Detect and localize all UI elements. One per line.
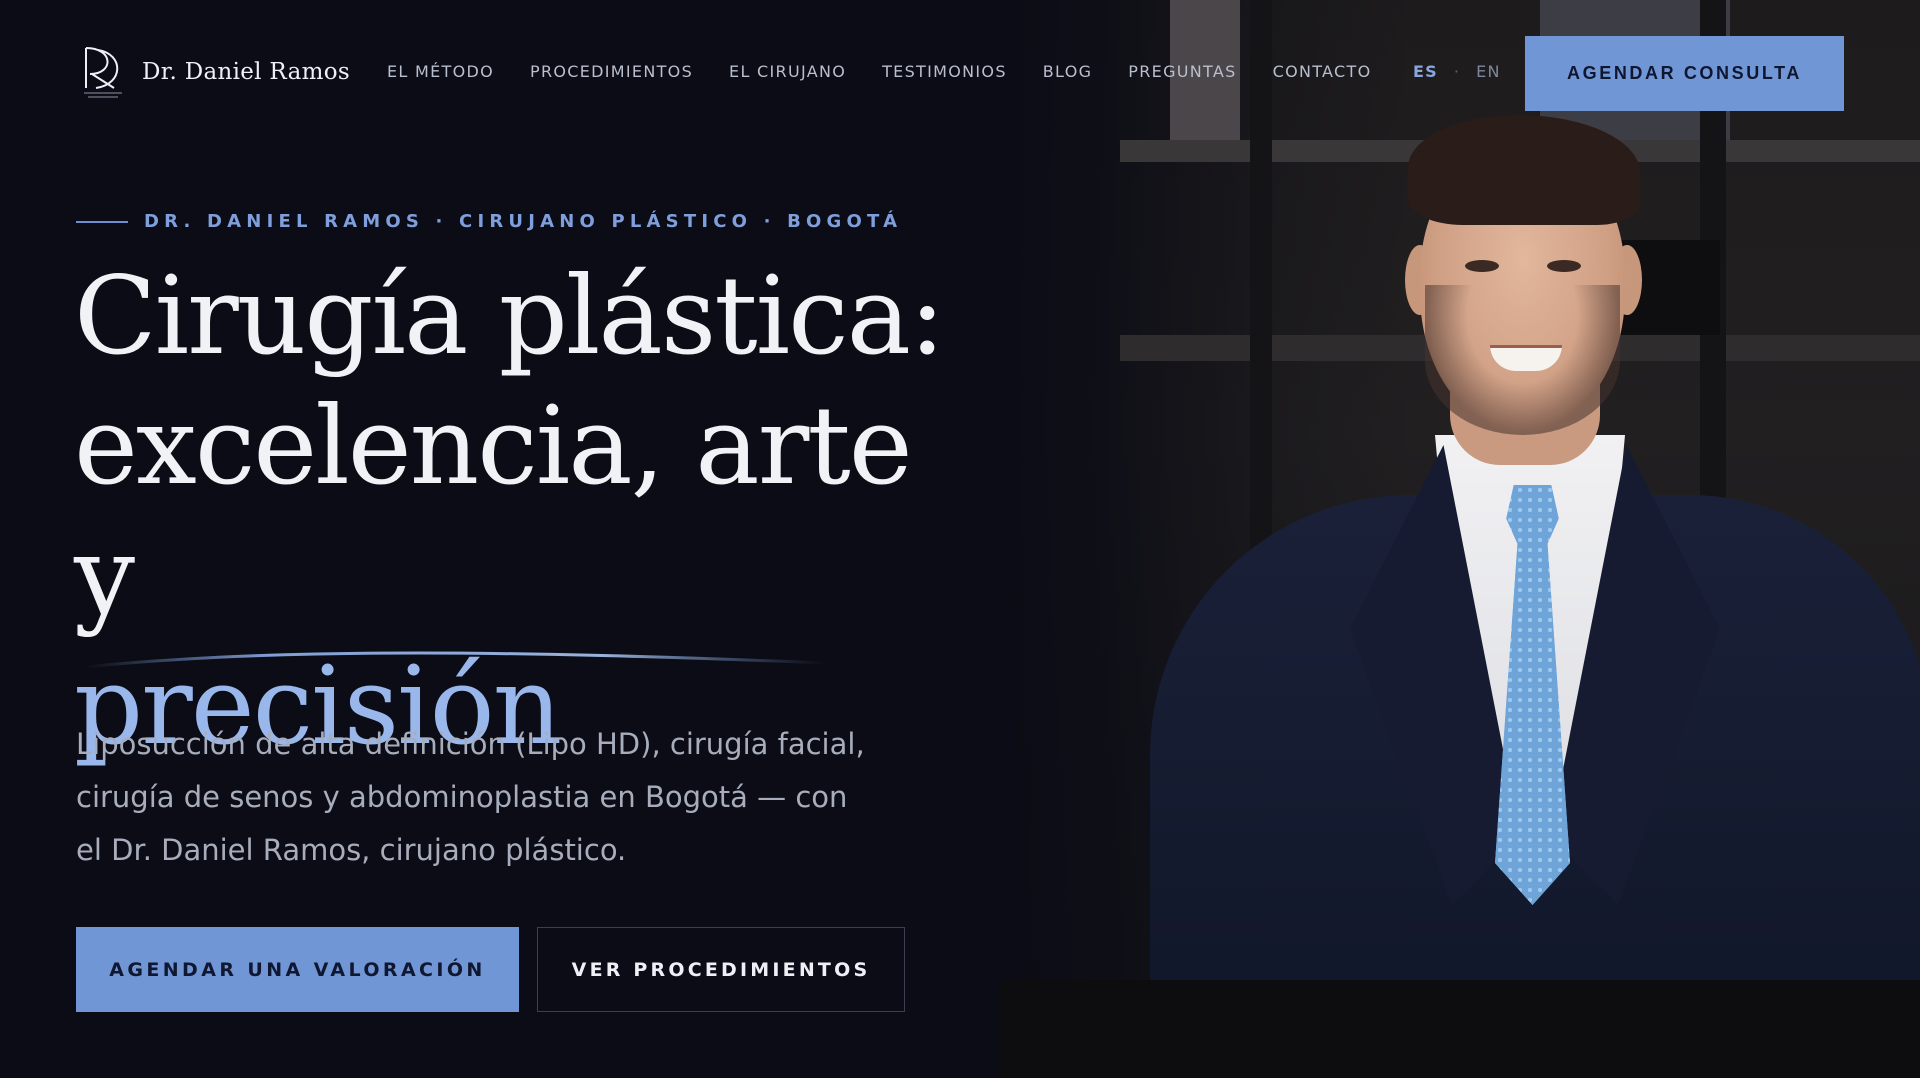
language-switcher: ES · EN xyxy=(1413,62,1501,81)
brand-logo-link[interactable]: Dr. Daniel Ramos xyxy=(80,44,350,100)
decorative-swash xyxy=(84,651,826,669)
top-nav: Dr. Daniel Ramos EL MÉTODO PROCEDIMIENTO… xyxy=(0,0,1920,145)
nav-link-preguntas[interactable]: PREGUNTAS xyxy=(1128,62,1236,81)
nav-link-cirujano[interactable]: EL CIRUJANO xyxy=(729,62,846,81)
main-menu: EL MÉTODO PROCEDIMIENTOS EL CIRUJANO TES… xyxy=(387,62,1371,81)
view-procedures-button[interactable]: VER PROCEDIMIENTOS xyxy=(537,927,905,1012)
nav-link-blog[interactable]: BLOG xyxy=(1043,62,1093,81)
book-assessment-button[interactable]: AGENDAR UNA VALORACIÓN xyxy=(76,927,519,1012)
eye xyxy=(1465,260,1499,272)
hero-eyebrow: DR. DANIEL RAMOS · CIRUJANO PLÁSTICO · B… xyxy=(76,211,902,232)
headline-line-2: excelencia, arte y xyxy=(74,384,913,639)
surgeon-photo xyxy=(1000,0,1920,1078)
desk xyxy=(1000,980,1920,1078)
lang-separator: · xyxy=(1453,62,1461,81)
eyebrow-text: DR. DANIEL RAMOS · CIRUJANO PLÁSTICO · B… xyxy=(144,211,903,232)
lang-es-link[interactable]: ES xyxy=(1413,62,1438,81)
nav-link-testimonios[interactable]: TESTIMONIOS xyxy=(882,62,1007,81)
nav-link-metodo[interactable]: EL MÉTODO xyxy=(387,62,494,81)
page: Dr. Daniel Ramos EL MÉTODO PROCEDIMIENTO… xyxy=(0,0,1920,1078)
brand-name: Dr. Daniel Ramos xyxy=(142,59,350,85)
nav-link-procedimientos[interactable]: PROCEDIMIENTOS xyxy=(530,62,693,81)
nav-link-contacto[interactable]: CONTACTO xyxy=(1273,62,1372,81)
lang-en-link[interactable]: EN xyxy=(1476,62,1500,81)
monogram-logo-icon xyxy=(80,44,126,100)
schedule-consult-button[interactable]: AGENDAR CONSULTA xyxy=(1525,36,1844,111)
hero-description: Liposucción de alta definición (Lipo HD)… xyxy=(76,727,865,867)
headline-line-1: Cirugía plástica: xyxy=(74,254,945,379)
eye xyxy=(1547,260,1581,272)
surgeon-figure xyxy=(1150,105,1920,1078)
hero-headline: Cirugía plástica: excelencia, arte y pre… xyxy=(74,252,954,772)
eyebrow-rule xyxy=(76,220,128,223)
